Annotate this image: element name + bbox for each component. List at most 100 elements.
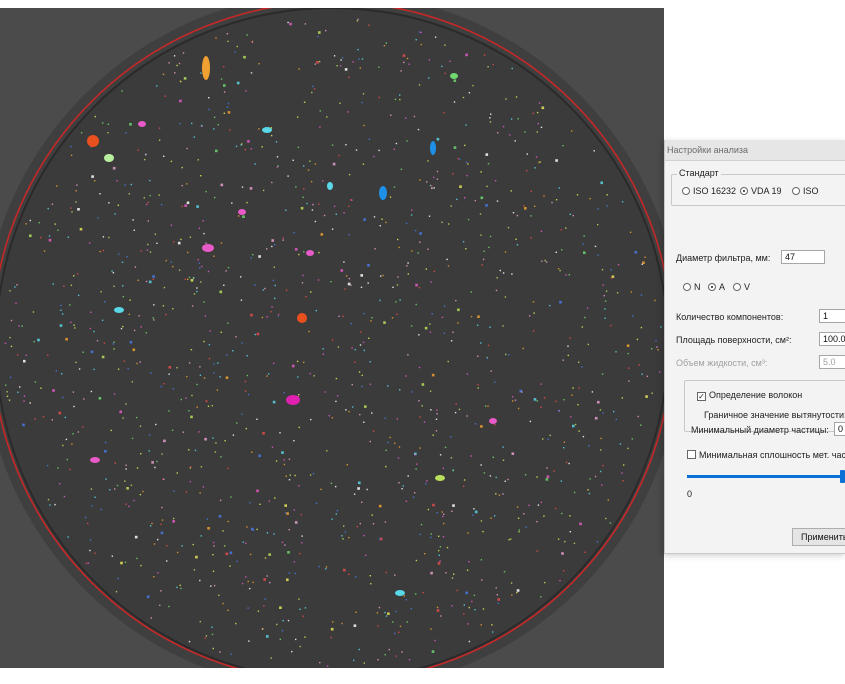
particle	[57, 229, 59, 231]
particle	[198, 431, 200, 433]
components-count-input[interactable]: 1	[819, 309, 845, 323]
particle	[408, 659, 411, 661]
particle	[150, 372, 152, 374]
particle	[337, 346, 340, 348]
particle	[455, 403, 457, 405]
particle	[347, 282, 351, 286]
particle	[133, 499, 135, 502]
particle	[93, 368, 95, 371]
particle	[496, 594, 498, 596]
particle	[368, 24, 370, 26]
particle-large	[238, 209, 246, 215]
radio-iso[interactable]: ISO	[792, 186, 819, 196]
particle	[309, 474, 312, 476]
particle	[125, 132, 127, 134]
particle	[9, 290, 11, 292]
radio-iso-16232[interactable]: ISO 16232	[682, 186, 736, 196]
particle	[179, 123, 181, 125]
particle	[308, 330, 310, 333]
particle	[428, 215, 431, 217]
particle	[223, 545, 226, 547]
particle	[532, 112, 534, 114]
particle	[384, 417, 386, 419]
particle	[287, 619, 290, 622]
particle	[336, 510, 339, 512]
particle	[324, 391, 326, 393]
particle	[496, 200, 499, 202]
particle	[331, 228, 334, 230]
particle	[315, 309, 317, 312]
panel-title: Настройки анализа	[665, 140, 845, 161]
particle	[444, 72, 446, 75]
apply-button[interactable]: Применить	[792, 528, 845, 546]
particle	[425, 268, 427, 270]
particle	[522, 347, 524, 350]
particle	[487, 163, 490, 165]
min-particle-diameter-input[interactable]: 0	[834, 422, 845, 436]
particle	[502, 272, 505, 274]
particle	[212, 437, 214, 439]
surface-area-input[interactable]: 100.0	[819, 332, 845, 346]
particle	[213, 128, 215, 130]
particle	[474, 423, 477, 425]
particle	[47, 207, 49, 210]
particle	[606, 194, 608, 196]
particle	[243, 55, 246, 59]
particle	[555, 159, 558, 162]
particle	[201, 265, 203, 268]
slider-track[interactable]	[687, 475, 845, 478]
particle	[384, 521, 387, 523]
particle	[480, 171, 482, 173]
particle	[285, 475, 287, 477]
particle	[382, 274, 384, 277]
particle	[651, 348, 653, 350]
particle	[463, 604, 465, 606]
radio-class-a[interactable]: A	[708, 282, 725, 292]
particle	[490, 517, 492, 519]
particle	[185, 491, 188, 493]
particle	[543, 195, 545, 197]
particle	[325, 568, 327, 570]
particle	[601, 484, 603, 486]
particle	[453, 101, 456, 103]
radio-vda-19[interactable]: VDA 19	[740, 186, 782, 196]
radio-class-n[interactable]: N	[683, 282, 701, 292]
particle	[229, 565, 231, 567]
radio-class-v[interactable]: V	[733, 282, 750, 292]
filter-diameter-input[interactable]: 47	[781, 250, 825, 264]
particle	[436, 512, 438, 514]
particle	[136, 467, 139, 469]
particle	[208, 108, 210, 111]
min-metal-density-checkbox[interactable]: Минимальная сплошность мет. част	[687, 450, 845, 460]
particle	[196, 383, 198, 386]
particle	[343, 212, 345, 214]
particle	[436, 606, 439, 609]
particle	[153, 319, 155, 321]
particle	[602, 464, 604, 467]
particle	[443, 522, 445, 525]
particle	[415, 303, 417, 306]
particle	[449, 60, 451, 62]
particle	[340, 269, 344, 272]
particle	[200, 72, 202, 74]
particle	[588, 492, 591, 495]
particle	[19, 386, 21, 388]
particle	[173, 55, 176, 57]
microscope-image-view	[0, 8, 664, 668]
particle	[182, 431, 184, 433]
particle	[333, 55, 336, 57]
particle	[483, 472, 486, 474]
particle	[281, 630, 284, 632]
fiber-detection-checkbox[interactable]: ✓ Определение волокон	[697, 390, 802, 401]
particle	[320, 233, 324, 236]
slider-thumb[interactable]	[840, 470, 845, 483]
particle	[200, 281, 202, 283]
particle	[247, 607, 249, 609]
particle	[534, 167, 536, 169]
particle	[430, 536, 432, 539]
particle	[453, 573, 455, 575]
particle	[424, 326, 428, 330]
particle	[403, 61, 405, 64]
liquid-volume-input[interactable]: 5.0	[819, 355, 845, 369]
particle	[220, 78, 223, 80]
